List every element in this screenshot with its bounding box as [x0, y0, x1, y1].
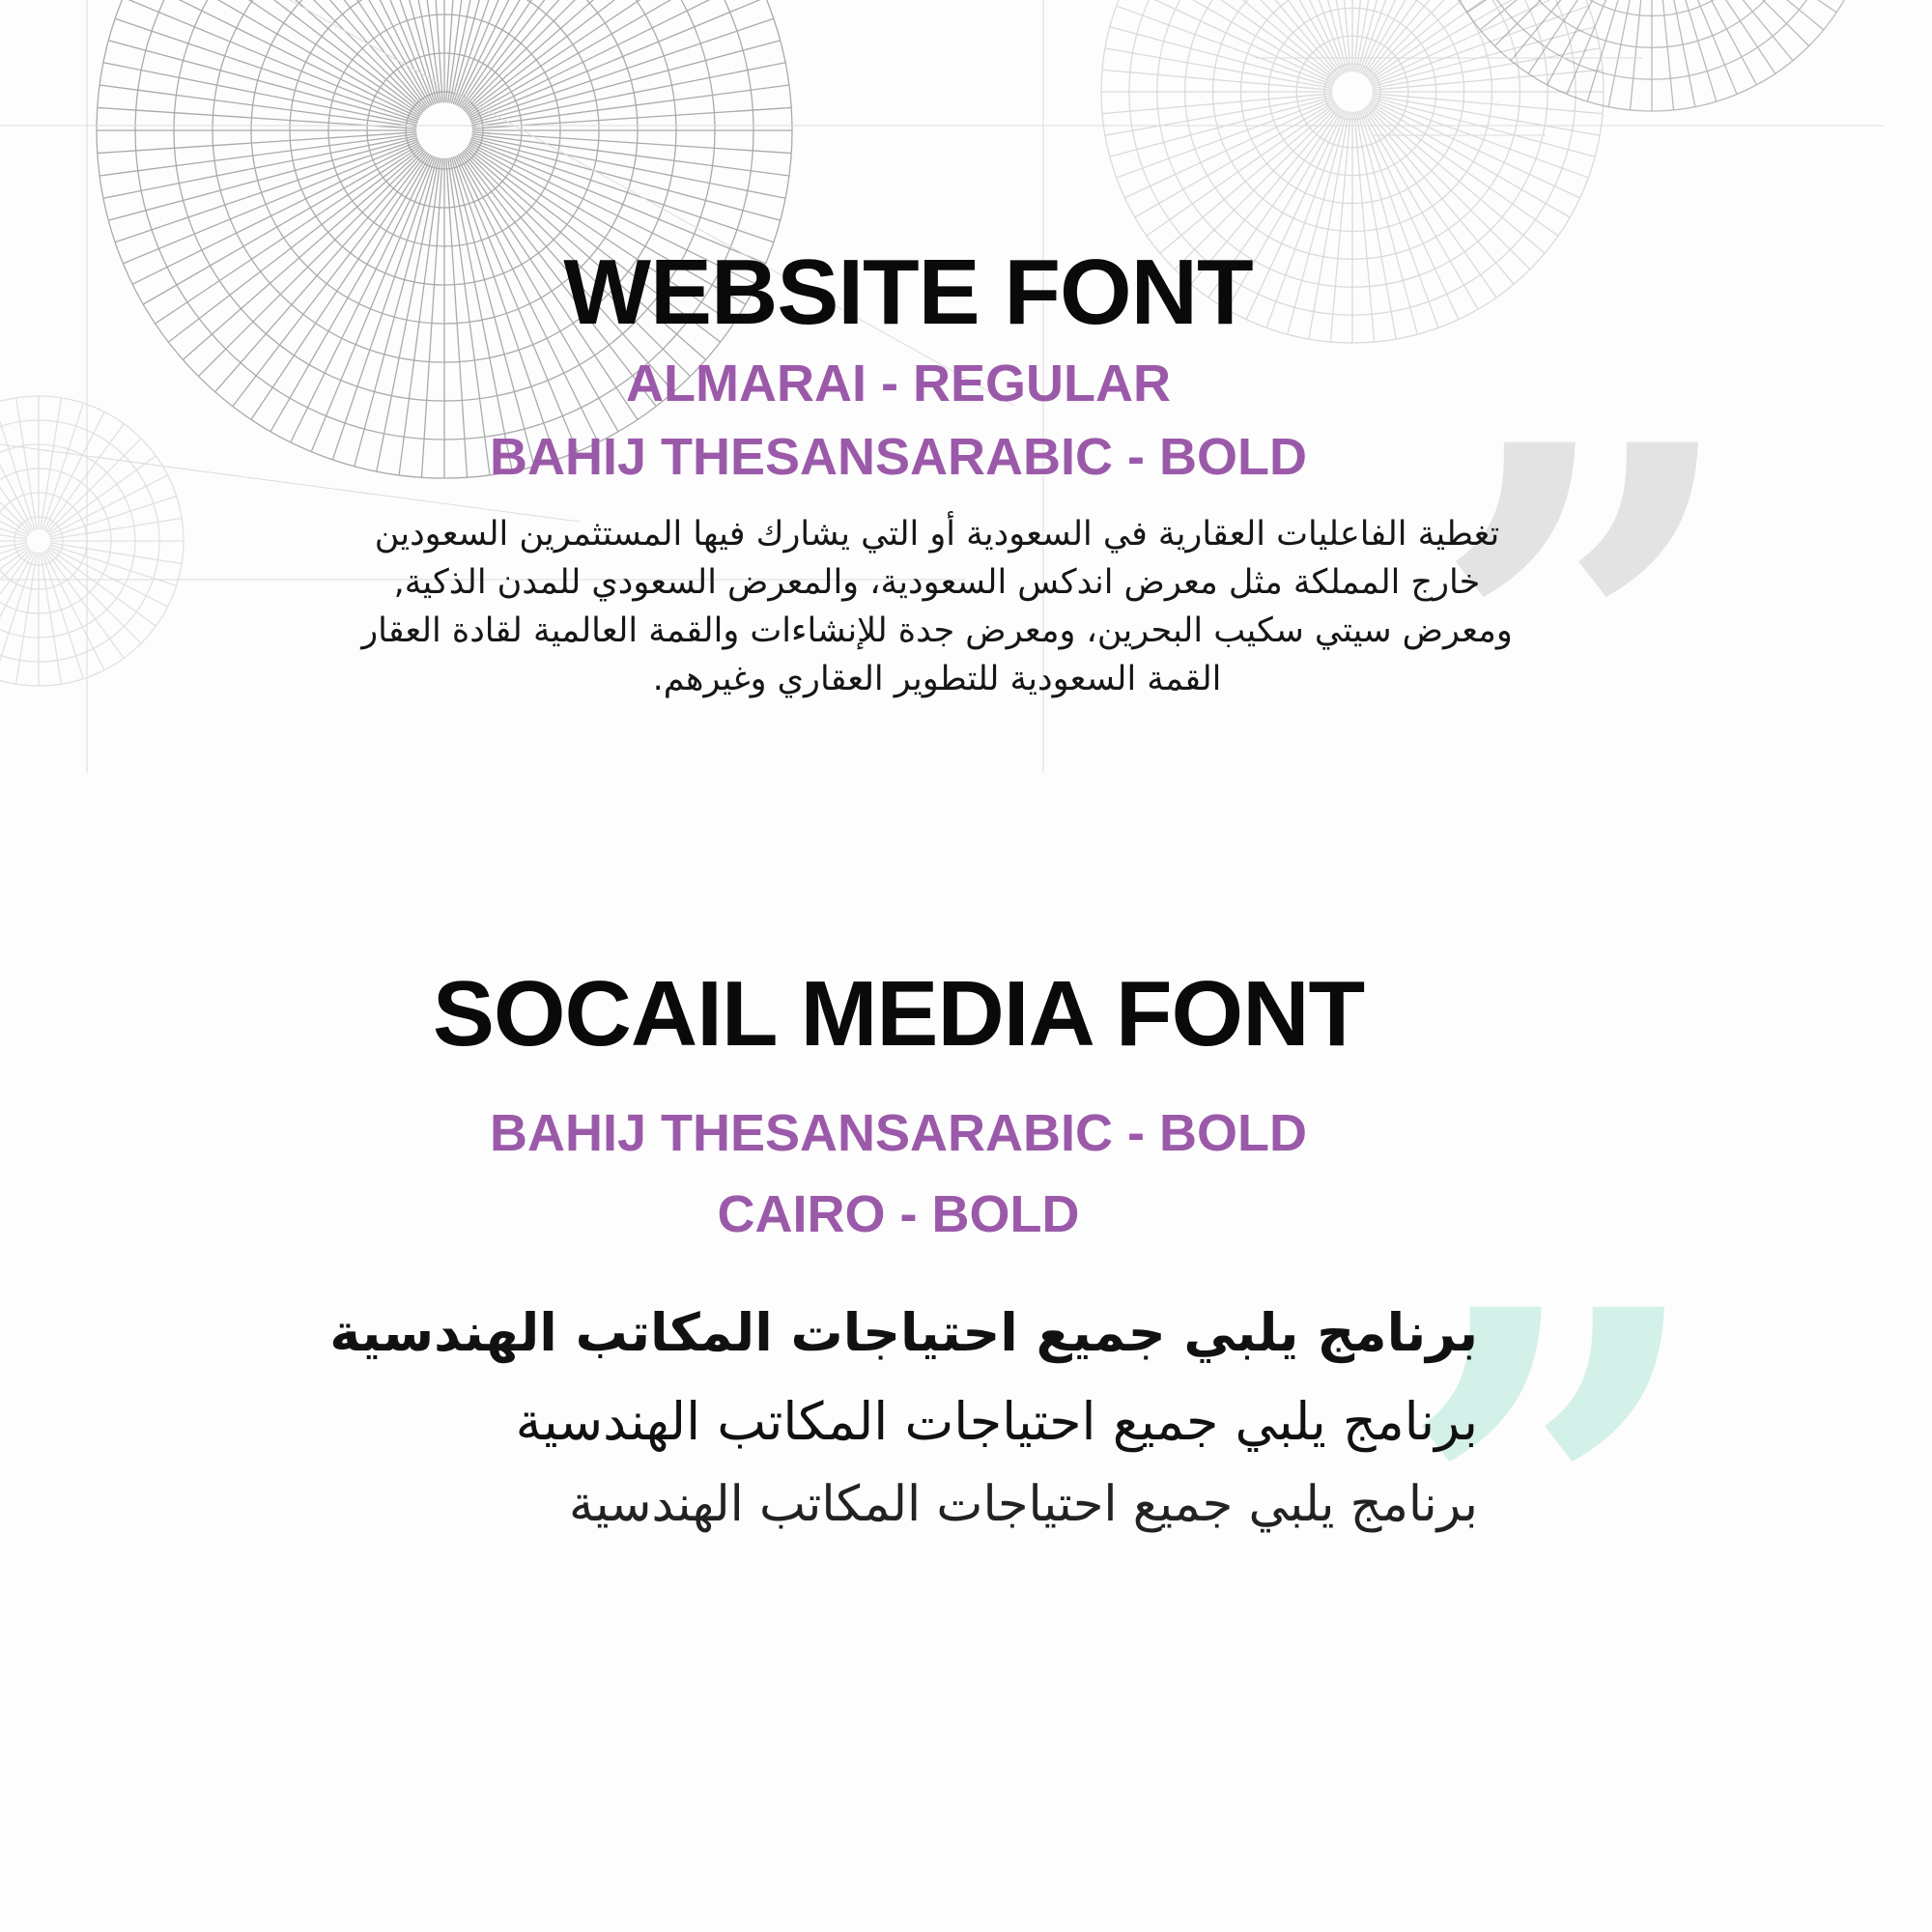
website-font-name-2: BAHIJ THESANSARABIC - BOLD	[489, 428, 1308, 486]
website-font-name-1: ALMARAI - REGULAR	[626, 355, 1171, 412]
social-sample-bold: برنامج يلبي جميع احتياجات المكاتب الهندس…	[329, 1302, 1478, 1363]
website-sample-paragraph: تغطية الفاعليات العقارية في السعودية أو …	[361, 515, 1513, 698]
social-sample-regular: برنامج يلبي جميع احتياجات المكاتب الهندس…	[515, 1391, 1478, 1452]
social-media-font-title: SOCAIL MEDIA FONT	[432, 962, 1365, 1065]
social-font-name-1: BAHIJ THESANSARABIC - BOLD	[489, 1104, 1308, 1162]
social-sample-light: برنامج يلبي جميع احتياجات المكاتب الهندس…	[569, 1476, 1478, 1533]
social-font-name-2: CAIRO - BOLD	[717, 1185, 1080, 1243]
website-font-title: WEBSITE FONT	[563, 241, 1253, 344]
